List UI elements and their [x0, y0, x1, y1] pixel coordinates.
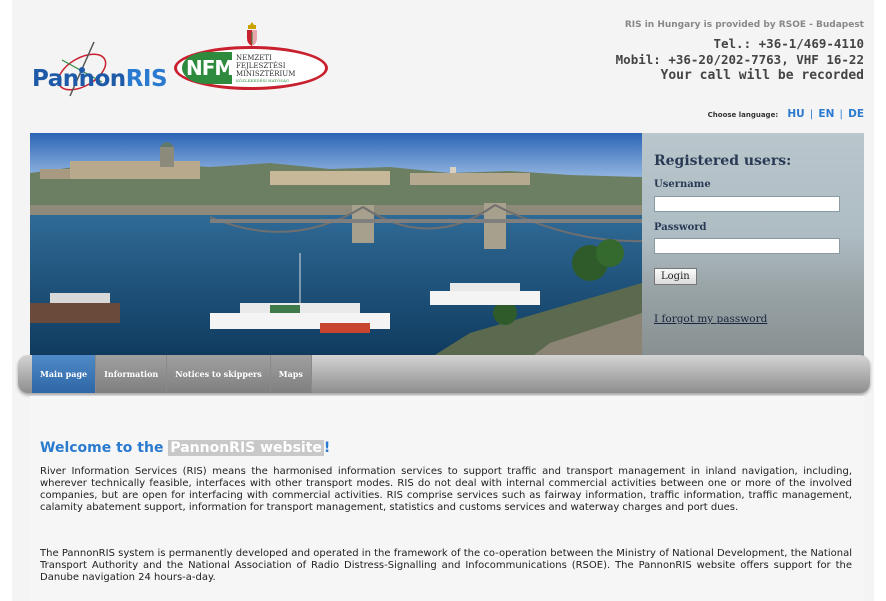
contact-info: RIS in Hungary is provided by RSOE - Bud… — [616, 20, 864, 84]
forgot-password-link[interactable]: I forgot my password — [654, 313, 864, 325]
mobile: Mobil: +36-20/202-7763, VHF 16-22 — [615, 52, 864, 67]
nfm-abbr: NFM — [186, 56, 234, 80]
language-separator: | — [809, 109, 814, 120]
nfm-name: NEMZETI FEJLESZTÉSI MINISZTÉRIUM KÖZLEKE… — [236, 54, 296, 83]
language-en[interactable]: EN — [818, 108, 834, 120]
username-label: Username — [654, 179, 711, 190]
nav-items: Main page Information Notices to skipper… — [32, 355, 312, 393]
password-input[interactable] — [654, 238, 840, 254]
nav-item-notices-to-skippers[interactable]: Notices to skippers — [167, 355, 271, 393]
main-content: Welcome to the PannonRIS website! River … — [30, 396, 864, 601]
cooperation-paragraph: The PannonRIS system is permanently deve… — [40, 548, 852, 583]
header: PannonRIS NFM NEMZETI FEJLESZTÉSI MINISZ… — [12, 0, 874, 130]
telephone: Tel.: +36-1/469-4110 — [713, 36, 864, 51]
welcome-highlight: PannonRIS website — [168, 440, 324, 456]
login-panel: Registered users: Username Password Logi… — [642, 133, 864, 358]
welcome-heading: Welcome to the PannonRIS website! — [40, 440, 331, 456]
budapest-chain-bridge-photo — [30, 133, 642, 358]
language-hu[interactable]: HU — [787, 108, 804, 120]
password-label: Password — [654, 221, 707, 233]
nav-item-information[interactable]: Information — [96, 355, 168, 393]
nav-item-main-page[interactable]: Main page — [32, 355, 97, 393]
nav-item-maps[interactable]: Maps — [270, 355, 312, 393]
pannonris-logo[interactable]: PannonRIS — [32, 38, 182, 100]
main-nav: Main page Information Notices to skipper… — [18, 355, 870, 393]
language-label: Choose language: — [707, 111, 779, 119]
language-de[interactable]: DE — [848, 108, 864, 120]
hungarian-crest-icon — [247, 22, 257, 46]
language-selector: Choose language: HU | EN | DE — [708, 108, 864, 120]
banner: Registered users: Username Password Logi… — [30, 133, 864, 358]
login-button[interactable]: Login — [654, 268, 697, 285]
username-input[interactable] — [654, 195, 840, 212]
pannonris-wordmark: PannonRIS — [32, 66, 168, 92]
intro-paragraph: River Information Services (RIS) means t… — [40, 466, 852, 513]
provided-by: RIS in Hungary is provided by RSOE - Bud… — [624, 20, 864, 30]
page: PannonRIS NFM NEMZETI FEJLESZTÉSI MINISZ… — [12, 0, 874, 601]
nfm-logo[interactable]: NFM NEMZETI FEJLESZTÉSI MINISZTÉRIUM KÖZ… — [172, 22, 332, 98]
language-separator: | — [839, 109, 843, 120]
record-notice: Your call will be recorded — [660, 68, 865, 83]
login-title: Registered users: — [654, 153, 792, 169]
